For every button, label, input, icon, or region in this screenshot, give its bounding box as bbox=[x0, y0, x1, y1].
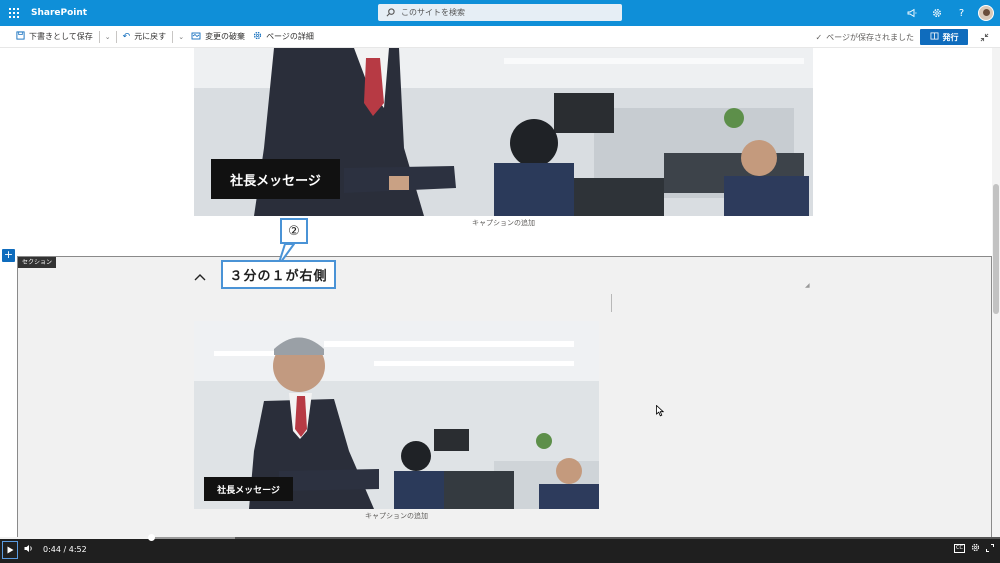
avatar[interactable] bbox=[978, 5, 994, 21]
megaphone-icon[interactable] bbox=[899, 0, 924, 26]
time-separator: / bbox=[63, 545, 67, 554]
fullscreen-icon[interactable] bbox=[986, 543, 994, 554]
search-icon bbox=[386, 8, 395, 17]
publish-label: 発行 bbox=[942, 32, 959, 42]
search-placeholder: このサイトを検索 bbox=[401, 8, 465, 17]
collapse-icon[interactable] bbox=[976, 29, 992, 45]
save-draft-button[interactable]: 下書きとして保存 bbox=[12, 26, 97, 48]
settings-icon bbox=[253, 31, 262, 43]
video-player-bar: 0:44 / 4:52 CC bbox=[0, 534, 1000, 563]
command-bar: 下書きとして保存 ⌄ ↶ 元に戻す ⌄ 変更の破棄 ページの詳細 ✓ ページが保… bbox=[0, 26, 1000, 48]
column-divider bbox=[611, 294, 612, 312]
chevron-down-icon[interactable]: ⌄ bbox=[102, 33, 114, 41]
volume-icon[interactable] bbox=[24, 544, 34, 556]
divider bbox=[115, 30, 117, 43]
undo-label: 元に戻す bbox=[134, 32, 167, 41]
callout-number: ② bbox=[280, 218, 308, 244]
save-draft-label: 下書きとして保存 bbox=[29, 32, 93, 41]
time-readout: 0:44 / 4:52 bbox=[43, 545, 87, 554]
saved-status: ✓ ページが保存されました bbox=[815, 26, 914, 48]
current-time: 0:44 bbox=[43, 545, 61, 554]
discard-label: 変更の破棄 bbox=[205, 32, 246, 41]
divider bbox=[172, 30, 174, 43]
waffle-icon[interactable] bbox=[2, 0, 26, 26]
collapse-section-icon[interactable] bbox=[193, 270, 207, 284]
undo-icon: ↶ bbox=[122, 31, 131, 42]
play-button[interactable] bbox=[2, 541, 18, 559]
page-details-label: ページの詳細 bbox=[266, 32, 314, 41]
mouse-cursor-icon bbox=[656, 402, 665, 421]
gear-icon[interactable] bbox=[924, 0, 949, 26]
hero-title-overlay[interactable]: 社長メッセージ bbox=[204, 477, 293, 501]
save-icon bbox=[16, 30, 25, 43]
settings-icon[interactable] bbox=[971, 543, 980, 554]
callout-label: ３分の１が右側 bbox=[221, 260, 336, 289]
publish-button[interactable]: 発行 bbox=[920, 29, 968, 45]
undo-button[interactable]: ↶ 元に戻す bbox=[119, 26, 171, 48]
progress-knob[interactable] bbox=[148, 534, 155, 541]
page-canvas: 社長メッセージ キャプションの追加 セクション + ◢ 社長メッセージ キャプシ… bbox=[0, 48, 992, 537]
check-icon: ✓ bbox=[815, 32, 823, 42]
chevron-down-icon[interactable]: ⌄ bbox=[175, 33, 187, 41]
saved-status-label: ページが保存されました bbox=[826, 32, 914, 42]
search-box[interactable]: このサイトを検索 bbox=[378, 4, 622, 21]
resize-handle-icon[interactable]: ◢ bbox=[805, 282, 810, 289]
add-section-button[interactable]: + bbox=[2, 249, 15, 262]
vertical-scrollbar[interactable] bbox=[992, 48, 1000, 537]
duration: 4:52 bbox=[68, 545, 87, 554]
section-tag: セクション bbox=[18, 257, 57, 268]
captions-icon[interactable]: CC bbox=[954, 544, 965, 553]
progress-fill bbox=[0, 537, 151, 539]
hero-title-overlay[interactable]: 社長メッセージ bbox=[211, 159, 340, 199]
image-caption-bottom[interactable]: キャプションの追加 bbox=[194, 511, 599, 521]
help-icon[interactable]: ? bbox=[949, 0, 974, 26]
scrollbar-thumb[interactable] bbox=[993, 184, 999, 314]
discard-icon bbox=[191, 31, 201, 43]
discard-button[interactable]: 変更の破棄 bbox=[187, 26, 249, 48]
hero-image-bottom[interactable]: 社長メッセージ bbox=[194, 321, 599, 509]
book-icon bbox=[930, 32, 939, 42]
app-name[interactable]: SharePoint bbox=[31, 8, 87, 18]
page-details-button[interactable]: ページの詳細 bbox=[249, 26, 318, 48]
suite-bar: SharePoint このサイトを検索 ? bbox=[0, 0, 1000, 26]
divider bbox=[98, 30, 100, 43]
hero-image-top[interactable]: 社長メッセージ bbox=[194, 48, 813, 216]
